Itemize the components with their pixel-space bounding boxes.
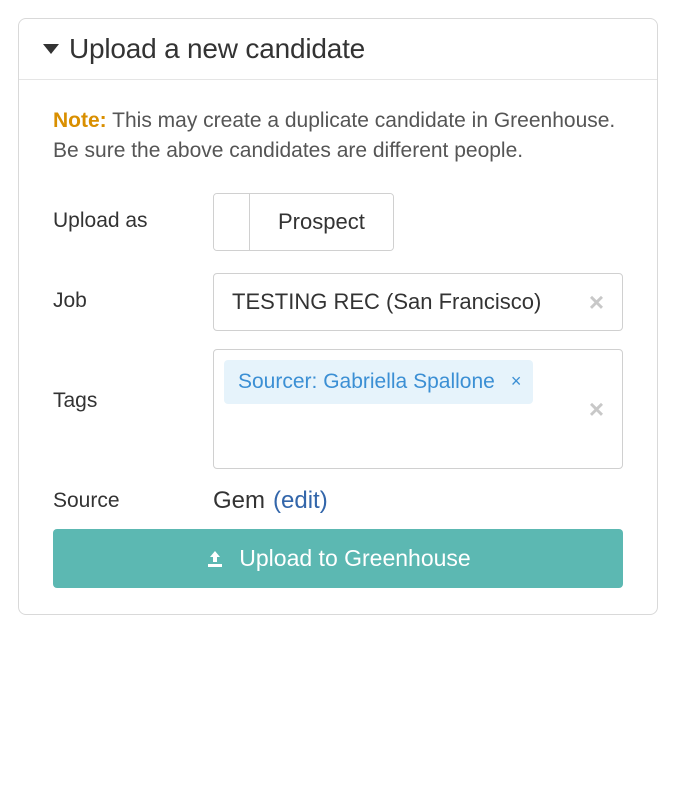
panel-header[interactable]: Upload a new candidate [19, 19, 657, 80]
panel-body: Note: This may create a duplicate candid… [19, 80, 657, 614]
tag-remove-icon[interactable]: × [511, 368, 522, 393]
note-text: This may create a duplicate candidate in… [53, 109, 615, 162]
job-select[interactable]: TESTING REC (San Francisco) × [213, 273, 623, 332]
upload-icon [205, 549, 225, 569]
tags-clear-icon[interactable]: × [589, 396, 604, 422]
source-row: Source Gem (edit) [53, 487, 623, 515]
tags-row: Tags Sourcer: Gabriella Spallone × × [53, 349, 623, 469]
upload-as-row: Upload as Prospect [53, 193, 623, 255]
upload-as-empty-segment[interactable] [214, 194, 250, 250]
job-label: Job [53, 273, 213, 313]
upload-button-label: Upload to Greenhouse [239, 545, 470, 572]
panel-title: Upload a new candidate [69, 33, 365, 65]
tags-label: Tags [53, 349, 213, 413]
note-label: Note: [53, 109, 107, 132]
source-value: Gem [213, 487, 265, 515]
upload-to-greenhouse-button[interactable]: Upload to Greenhouse [53, 529, 623, 588]
tag-chip-text: Sourcer: Gabriella Spallone [238, 368, 495, 395]
caret-down-icon [43, 44, 59, 54]
upload-as-option-prospect[interactable]: Prospect [250, 194, 393, 250]
job-select-value: TESTING REC (San Francisco) [232, 289, 541, 314]
duplicate-note: Note: This may create a duplicate candid… [53, 106, 623, 167]
job-row: Job TESTING REC (San Francisco) × [53, 273, 623, 332]
tag-chip: Sourcer: Gabriella Spallone × [224, 360, 533, 403]
job-clear-icon[interactable]: × [589, 289, 604, 315]
upload-candidate-panel: Upload a new candidate Note: This may cr… [18, 18, 658, 615]
upload-as-segmented[interactable]: Prospect [213, 193, 394, 251]
source-edit-link[interactable]: (edit) [273, 487, 328, 515]
source-label: Source [53, 489, 213, 513]
tags-input[interactable]: Sourcer: Gabriella Spallone × × [213, 349, 623, 469]
upload-as-label: Upload as [53, 193, 213, 233]
